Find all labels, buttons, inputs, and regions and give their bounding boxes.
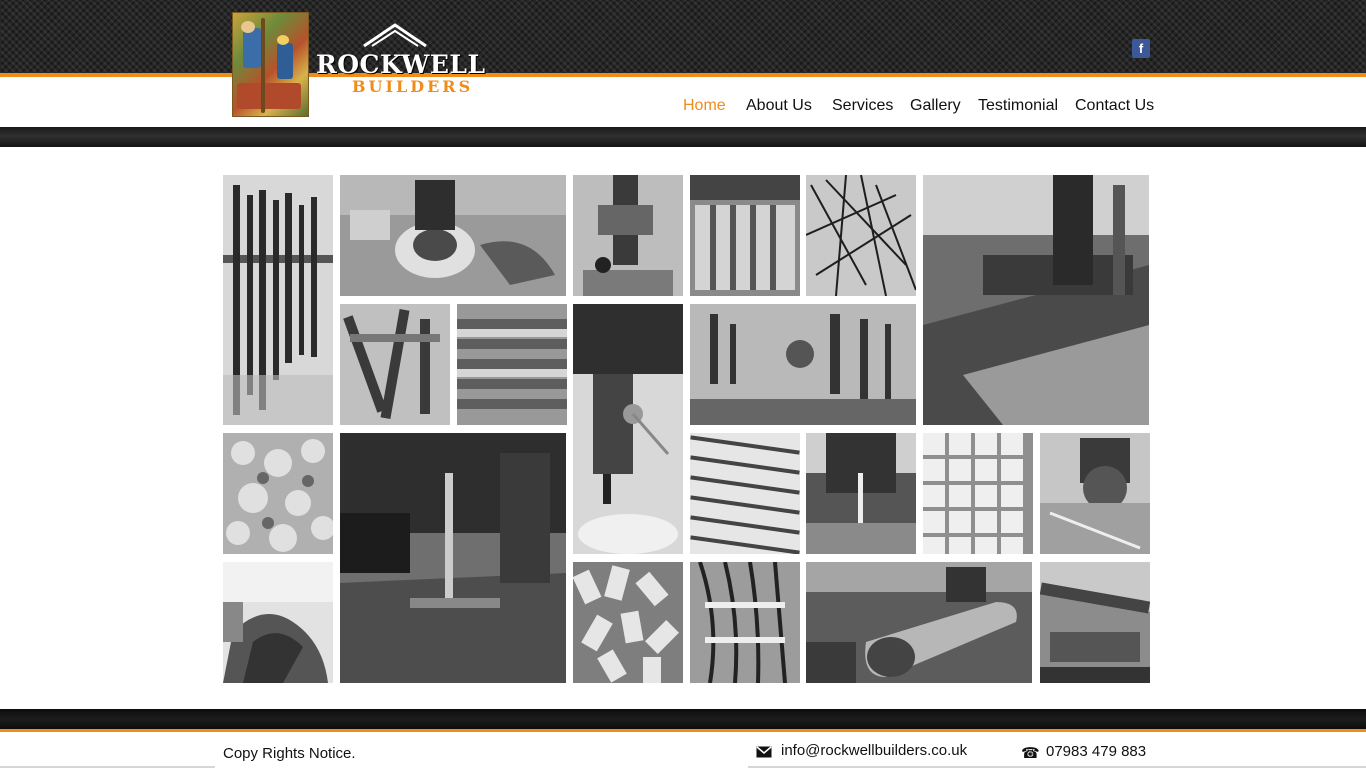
header-bar — [0, 0, 1366, 73]
gallery-photo[interactable] — [340, 433, 566, 683]
nav-home[interactable]: Home — [683, 97, 726, 115]
phone-icon: ☎ — [1021, 745, 1040, 762]
gallery-photo[interactable] — [223, 175, 333, 425]
roof-icon — [363, 23, 427, 48]
facebook-icon[interactable]: f — [1132, 39, 1150, 58]
footer-dark-band — [0, 709, 1366, 729]
gallery-photo[interactable] — [457, 304, 567, 425]
gallery-photo[interactable] — [573, 562, 683, 683]
email-link[interactable]: info@rockwellbuilders.co.uk — [781, 742, 967, 759]
nav-about-us[interactable]: About Us — [746, 97, 812, 115]
phone-number[interactable]: 07983 479 883 — [1046, 743, 1146, 760]
gallery-photo[interactable] — [573, 304, 683, 554]
logo-subtitle: BUILDERS — [352, 77, 474, 96]
nav-contact-us[interactable]: Contact Us — [1075, 97, 1154, 115]
gallery-photo[interactable] — [806, 562, 1032, 683]
gallery-photo[interactable] — [340, 175, 566, 296]
copyright-notice: Copy Rights Notice. — [223, 745, 356, 762]
gallery-photo[interactable] — [806, 433, 916, 554]
gallery-photo[interactable] — [223, 562, 333, 683]
gallery-photo[interactable] — [1040, 562, 1150, 683]
gallery-photo[interactable] — [573, 175, 683, 296]
gallery-photo[interactable] — [923, 433, 1033, 554]
nav-gallery[interactable]: Gallery — [910, 97, 961, 115]
nav-testimonial[interactable]: Testimonial — [978, 97, 1058, 115]
header-dark-band — [0, 127, 1366, 147]
gallery-photo[interactable] — [223, 433, 333, 554]
nav-services[interactable]: Services — [832, 97, 893, 115]
gallery-photo[interactable] — [690, 562, 800, 683]
logo-illustration[interactable] — [232, 12, 309, 117]
gallery-photo[interactable] — [690, 175, 800, 296]
gallery-photo[interactable] — [690, 433, 800, 554]
gallery-photo[interactable] — [340, 304, 450, 425]
envelope-icon — [756, 746, 772, 758]
gallery-photo[interactable] — [1040, 433, 1150, 554]
gallery-photo[interactable] — [690, 304, 916, 425]
gallery-photo[interactable] — [923, 175, 1149, 425]
logo[interactable]: ROCKWELL BUILDERS — [316, 22, 486, 102]
logo-title: ROCKWELL — [316, 50, 486, 79]
gallery-photo[interactable] — [806, 175, 916, 296]
footer-accent-line — [0, 729, 1366, 732]
